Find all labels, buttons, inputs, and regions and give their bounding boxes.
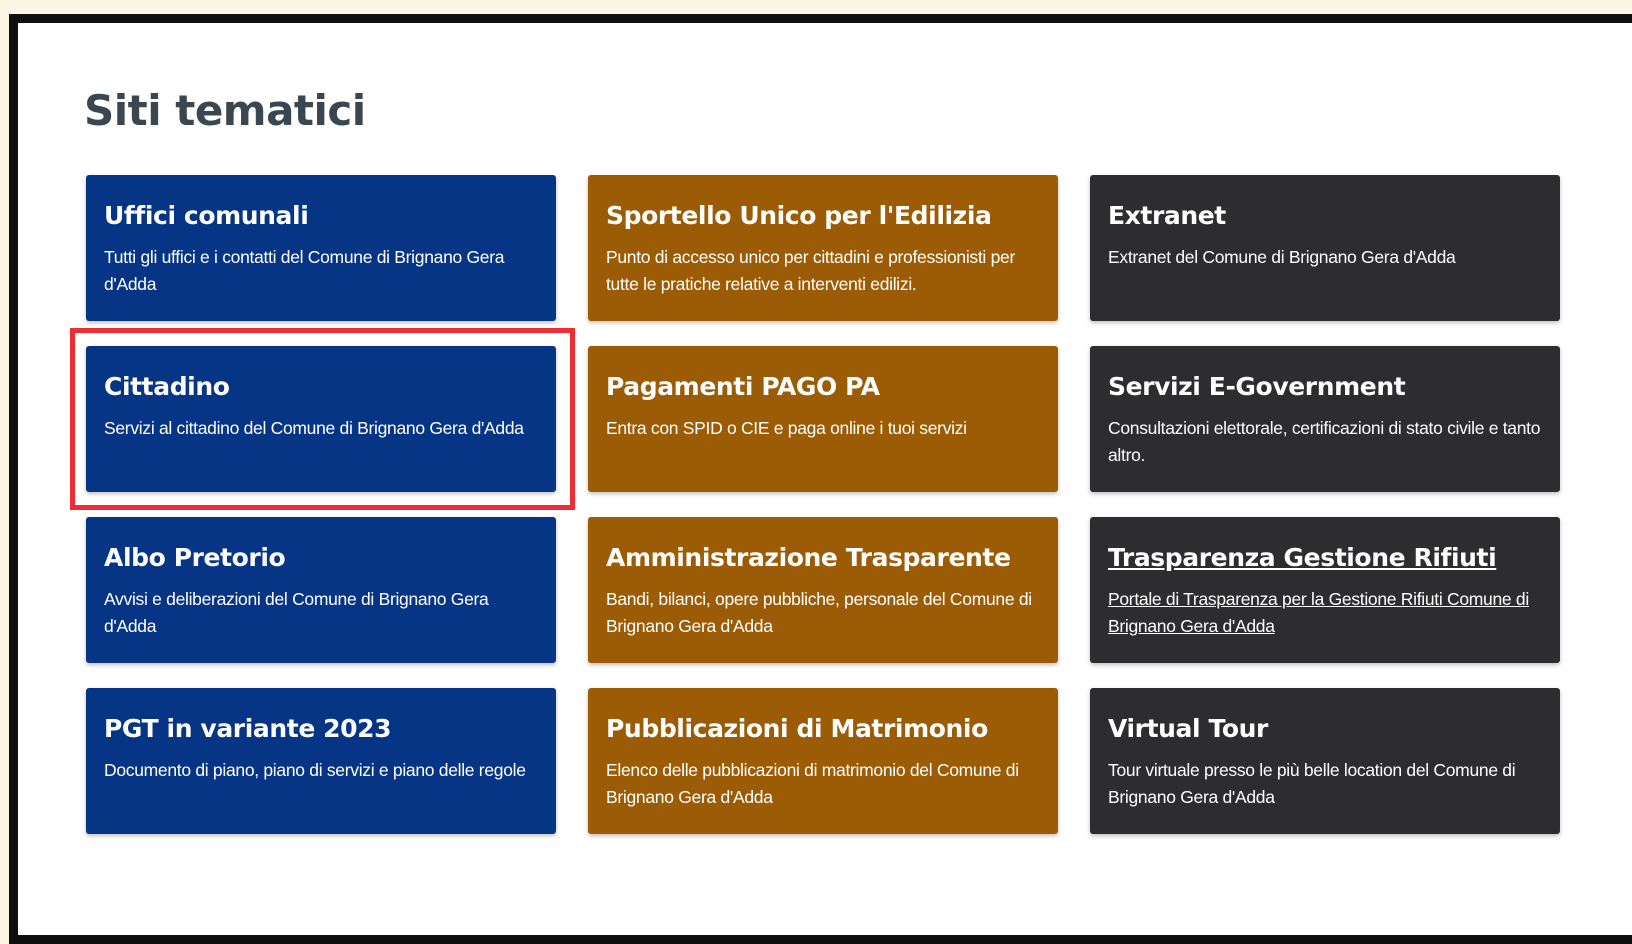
card-title: Servizi E-Government — [1108, 372, 1406, 401]
card-uffici-comunali[interactable]: Uffici comunali Tutti gli uffici e i con… — [86, 175, 556, 321]
card-description: Portale di Trasparenza per la Gestione R… — [1108, 589, 1529, 636]
card-description: Entra con SPID o CIE e paga online i tuo… — [606, 418, 967, 438]
card-title: Extranet — [1108, 201, 1226, 230]
card-pubblicazioni-matrimonio[interactable]: Pubblicazioni di Matrimonio Elenco delle… — [588, 688, 1058, 834]
card-pgt-variante[interactable]: PGT in variante 2023 Documento di piano,… — [86, 688, 556, 834]
card-description: Extranet del Comune di Brignano Gera d'A… — [1108, 247, 1456, 267]
card-description: Elenco delle pubblicazioni di matrimonio… — [606, 760, 1019, 807]
card-description: Tutti gli uffici e i contatti del Comune… — [104, 247, 505, 294]
card-description: Punto di accesso unico per cittadini e p… — [606, 247, 1015, 294]
card-description: Consultazioni elettorale, certificazioni… — [1108, 418, 1541, 465]
card-title: Trasparenza Gestione Rifiuti — [1108, 543, 1497, 572]
card-cittadino[interactable]: Cittadino Servizi al cittadino del Comun… — [86, 346, 556, 492]
theme-sites-grid: Uffici comunali Tutti gli uffici e i con… — [86, 175, 1560, 834]
card-title: Amministrazione Trasparente — [606, 543, 1011, 572]
card-virtual-tour[interactable]: Virtual Tour Tour virtuale presso le più… — [1090, 688, 1560, 834]
card-title: Albo Pretorio — [104, 543, 286, 572]
card-title: Cittadino — [104, 372, 230, 401]
card-amministrazione-trasparente[interactable]: Amministrazione Trasparente Bandi, bilan… — [588, 517, 1058, 663]
card-albo-pretorio[interactable]: Albo Pretorio Avvisi e deliberazioni del… — [86, 517, 556, 663]
card-sportello-edilizia[interactable]: Sportello Unico per l'Edilizia Punto di … — [588, 175, 1058, 321]
card-pagamenti-pagopa[interactable]: Pagamenti PAGO PA Entra con SPID o CIE e… — [588, 346, 1058, 492]
card-description: Avvisi e deliberazioni del Comune di Bri… — [104, 589, 489, 636]
card-servizi-egovernment[interactable]: Servizi E-Government Consultazioni elett… — [1090, 346, 1560, 492]
card-description: Documento di piano, piano di servizi e p… — [104, 760, 526, 780]
card-title: PGT in variante 2023 — [104, 714, 392, 743]
card-description: Servizi al cittadino del Comune di Brign… — [104, 418, 524, 438]
page-title: Siti tematici — [84, 86, 366, 135]
card-title: Sportello Unico per l'Edilizia — [606, 201, 992, 230]
card-trasparenza-rifiuti[interactable]: Trasparenza Gestione Rifiuti Portale di … — [1090, 517, 1560, 663]
card-title: Virtual Tour — [1108, 714, 1268, 743]
card-extranet[interactable]: Extranet Extranet del Comune di Brignano… — [1090, 175, 1560, 321]
card-description: Tour virtuale presso le più belle locati… — [1108, 760, 1516, 807]
card-description: Bandi, bilanci, opere pubbliche, persona… — [606, 589, 1032, 636]
card-title: Pagamenti PAGO PA — [606, 372, 880, 401]
card-title: Uffici comunali — [104, 201, 309, 230]
card-title: Pubblicazioni di Matrimonio — [606, 714, 988, 743]
